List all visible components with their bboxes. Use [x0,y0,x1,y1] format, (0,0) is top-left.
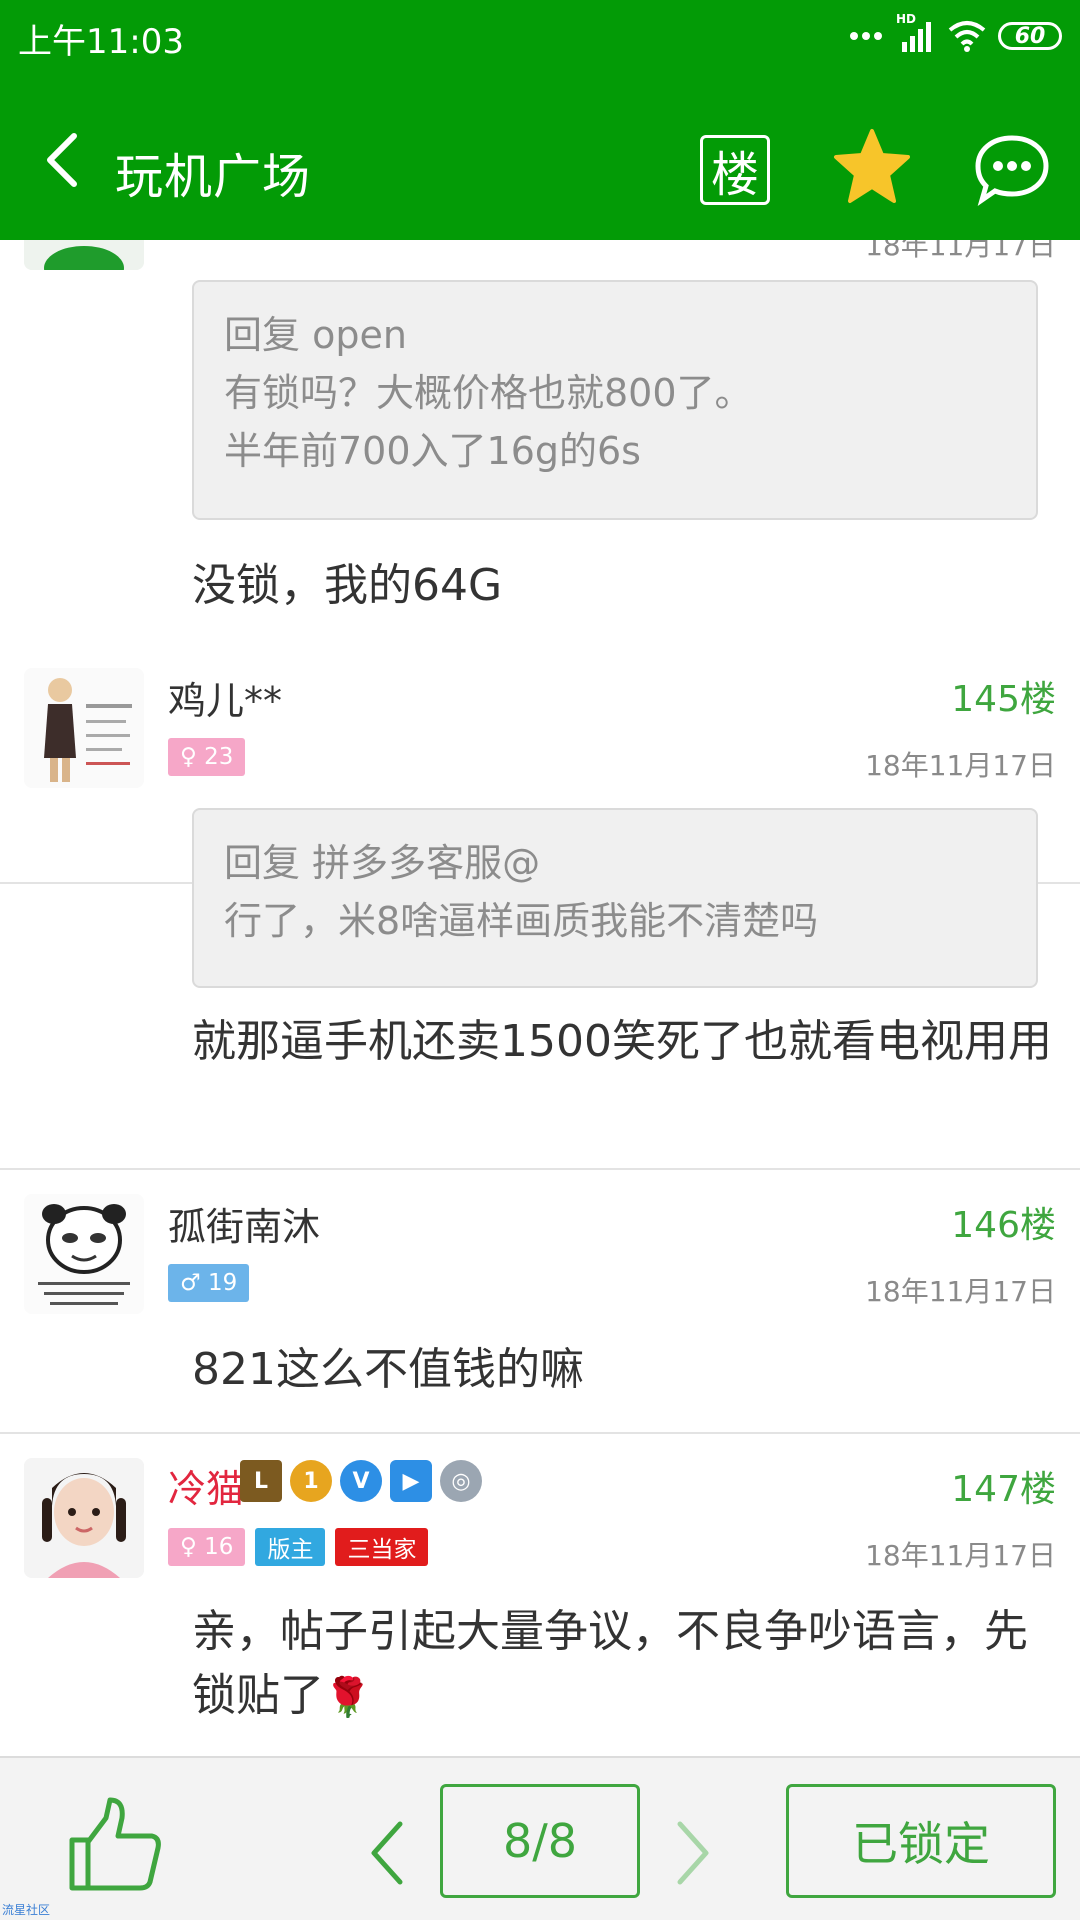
quote-block[interactable]: 回复 open 有锁吗？大概价格也就800了。 半年前700入了16g的6s [192,280,1038,520]
post-date: 18年11月17日 [865,240,1056,262]
floor-number: 145楼 [951,679,1056,720]
username[interactable]: 孤街南沐 [168,1196,320,1251]
status-bar: 上午11:03 HD 60 [0,0,1080,75]
rose-emoji: 🌹 [324,1675,372,1719]
bottom-toolbar: 8/8 已锁定 流星社区 [0,1756,1080,1920]
badge-row: ♀ 16 版主 三当家 [168,1528,429,1566]
wifi-icon [948,21,986,52]
post-body: 没锁，我的64G [192,560,503,611]
jump-floor-button[interactable]: 楼 [700,135,770,205]
video-icon: ▶ [390,1460,432,1502]
quote-line: 半年前700入了16g的6s [224,429,641,473]
list-item: 鸡儿** 145楼 ♀ 23 18年11月17日 回复 拼多多客服@ 行了，米8… [0,644,1080,1170]
silver-medal-icon: ◎ [440,1460,482,1502]
page-indicator[interactable]: 8/8 [440,1784,640,1898]
badge-row: ♀ 23 [168,738,246,776]
more-dots-icon [850,32,882,40]
message-icon[interactable] [972,130,1052,210]
list-item: 冷猫 L 1 V ▶ ◎ 147楼 ♀ 16 版主 三当家 18年11月17日 … [0,1434,1080,1755]
gender-level-badge: ♂ 19 [168,1264,250,1302]
avatar[interactable] [24,240,144,270]
prev-page-icon[interactable] [362,1818,412,1888]
game-medal-icon: L [240,1460,282,1502]
floor-number: 146楼 [951,1205,1056,1246]
quote-line: 回复 open [224,313,407,357]
post-list: ♀ 23 18年11月17日 回复 open 有锁吗？大概价格也就800了。 半… [0,240,1080,1755]
favorite-star-icon[interactable] [832,127,912,207]
post-date: 18年11月17日 [865,749,1056,782]
battery-indicator: 60 [998,22,1062,50]
verified-v-icon: V [340,1460,382,1502]
quote-line: 行了，米8啥逼样画质我能不清楚吗 [224,899,819,943]
status-icons: HD 60 [848,12,1062,56]
rank-medal-icon: 1 [290,1460,332,1502]
quote-line: 回复 拼多多客服@ [224,841,541,885]
moderator-badge: 版主 [255,1528,326,1566]
male-icon: ♂ [180,1270,201,1296]
quote-block[interactable]: 回复 拼多多客服@ 行了，米8啥逼样画质我能不清楚吗 [192,808,1038,988]
list-item: 孤街南沐 146楼 ♂ 19 18年11月17日 821这么不值钱的嘛 [0,1170,1080,1434]
female-icon: ♀ [180,1534,197,1560]
post-date: 18年11月17日 [865,1539,1056,1572]
rank-badge: 三当家 [335,1528,429,1566]
avatar[interactable] [24,1458,144,1578]
post-body: 就那逼手机还卖1500笑死了也就看电视用用 [192,1016,1052,1067]
gender-level-badge: ♀ 16 [168,1528,246,1566]
username[interactable]: 冷猫 [168,1458,244,1513]
female-icon: ♀ [180,744,197,770]
username[interactable]: 鸡儿** [168,670,282,725]
post-body: 亲，帖子引起大量争议，不良争吵语言，先锁贴了🌹 [192,1600,1052,1729]
honor-icons: L 1 V ▶ ◎ [240,1460,482,1502]
quote-line: 有锁吗？大概价格也就800了。 [224,371,753,415]
avatar[interactable] [24,1194,144,1314]
status-time: 上午11:03 [18,22,184,62]
app-header: 玩机广场 楼 [0,75,1080,240]
floor-number: 147楼 [951,1469,1056,1510]
back-icon[interactable] [38,130,88,190]
next-page-icon[interactable] [668,1818,718,1888]
avatar[interactable] [24,668,144,788]
post-body: 821这么不值钱的嘛 [192,1344,584,1395]
badge-row: ♂ 19 [168,1264,250,1302]
locked-button[interactable]: 已锁定 [786,1784,1056,1898]
page-title: 玩机广场 [115,149,312,205]
watermark: 流星社区 [2,1903,51,1917]
post-body-text: 亲，帖子引起大量争议，不良争吵语言，先锁贴了 [192,1606,1028,1721]
signal-icon: HD [896,12,936,54]
post-date: 18年11月17日 [865,1275,1056,1308]
thumbs-up-icon[interactable] [66,1796,166,1896]
gender-level-badge: ♀ 23 [168,738,246,776]
